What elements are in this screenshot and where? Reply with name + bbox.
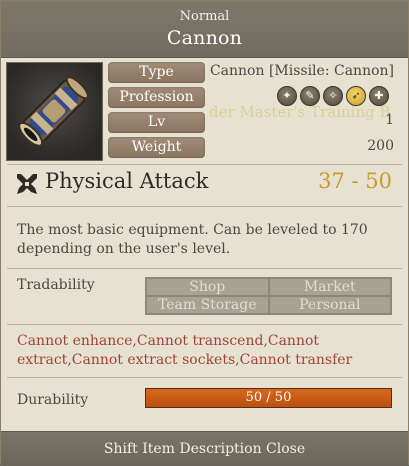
divider	[7, 324, 402, 325]
attack-label: Physical Attack	[45, 169, 209, 193]
swordsman-icon: ✚	[369, 86, 389, 106]
level-label: Lv	[108, 112, 205, 133]
tooltip-footer[interactable]: Shift Item Description Close	[1, 431, 408, 466]
divider	[7, 377, 402, 378]
attack-row: Physical Attack 37 - 50	[1, 164, 408, 204]
type-value: Cannon [Missile: Cannon]	[209, 63, 394, 79]
cannon-icon	[18, 76, 89, 147]
divider	[7, 268, 402, 269]
cleric-icon: ✧	[323, 86, 343, 106]
weight-label: Weight	[108, 137, 205, 158]
restriction-text: Cannot enhance,Cannot transcend,Cannot e…	[17, 333, 353, 368]
archer-icon: ✦	[277, 86, 297, 106]
item-grade: Normal	[179, 9, 230, 24]
close-hint: Shift Item Description Close	[103, 441, 306, 457]
attack-value: 37 - 50	[318, 169, 392, 193]
durability-text: 50 / 50	[245, 390, 292, 405]
divider	[7, 206, 402, 207]
level-value: 1	[385, 112, 394, 128]
scout-icon: ➶	[346, 86, 366, 106]
item-name: Cannon	[166, 27, 243, 49]
tradability-label: Tradability	[17, 277, 95, 293]
item-description: The most basic equipment. Can be leveled…	[17, 222, 368, 257]
profession-label: Profession	[108, 87, 205, 108]
item-icon-frame	[6, 62, 103, 161]
tooltip-header: Normal Cannon	[1, 1, 408, 58]
tradability-grid: Shop Market Team Storage Personal	[145, 277, 392, 315]
item-tooltip: Normal Cannon Type Cannon [Missile: Cann…	[0, 0, 409, 466]
trade-personal: Personal	[268, 296, 391, 314]
wizard-icon: ✎	[300, 86, 320, 106]
profession-icons: ✦ ✎ ✧ ➶ ✚	[277, 86, 389, 108]
durability-label: Durability	[17, 392, 89, 408]
type-label: Type	[108, 62, 205, 83]
durability-bar: 50 / 50	[145, 388, 392, 408]
trade-market: Market	[268, 278, 391, 296]
trade-shop: Shop	[146, 278, 269, 296]
trade-team-storage: Team Storage	[146, 296, 269, 314]
weight-value: 200	[367, 138, 394, 154]
crossed-swords-icon	[17, 174, 37, 194]
